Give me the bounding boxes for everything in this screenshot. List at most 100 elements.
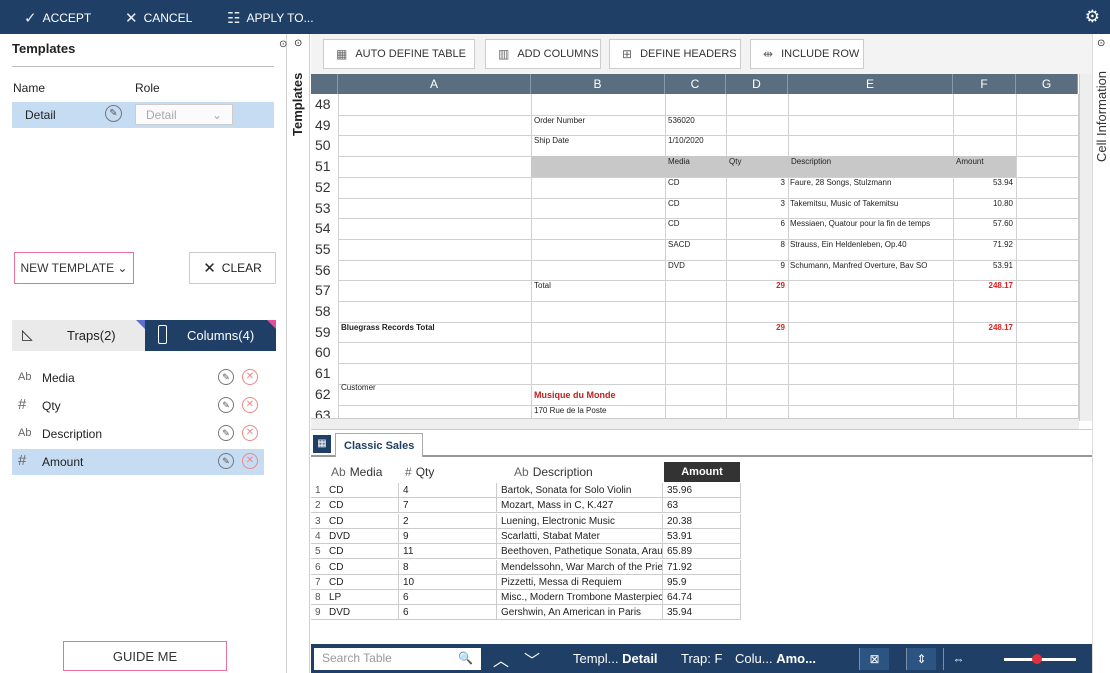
tab-columns[interactable]: Columns(4) bbox=[145, 320, 276, 351]
table-row[interactable]: 8 LP 6 Misc., Modern Trombone Masterpieces 6… bbox=[311, 590, 741, 606]
row-header[interactable]: 58 bbox=[311, 301, 338, 322]
table-row[interactable]: 2 CD 7 Mozart, Mass in C, K.427 63 bbox=[311, 498, 741, 514]
table-icon[interactable]: ▦ bbox=[313, 435, 331, 453]
column-item-qty[interactable]: # Qty ✎ ✕ bbox=[12, 393, 264, 419]
auto-define-table-button[interactable]: ▦ AUTO DEFINE TABLE bbox=[323, 39, 475, 69]
row-header[interactable]: 55 bbox=[311, 238, 338, 260]
sheet-cell[interactable]: 57.60 bbox=[956, 219, 1013, 228]
column-header[interactable]: D bbox=[726, 74, 788, 94]
edit-icon[interactable]: ✎ bbox=[218, 453, 234, 469]
table-row[interactable]: 9 DVD 6 Gershwin, An American in Paris 35.94 bbox=[311, 605, 741, 621]
row-header[interactable]: 49 bbox=[311, 114, 338, 136]
grid-header-amount[interactable]: Amount bbox=[664, 462, 740, 482]
row-header[interactable]: 61 bbox=[311, 363, 338, 385]
fit-height-icon[interactable]: ⇕ bbox=[906, 648, 936, 670]
define-headers-button[interactable]: ⊞ DEFINE HEADERS bbox=[609, 39, 741, 69]
sheet-cell[interactable]: 248.17 bbox=[956, 281, 1013, 290]
sheet-cell[interactable]: Media bbox=[668, 157, 723, 166]
edit-icon[interactable]: ✎ bbox=[218, 369, 234, 385]
sheet-cell[interactable]: Strauss, Ein Heldenleben, Op.40 bbox=[790, 240, 949, 249]
sheet-cell[interactable]: 3 bbox=[729, 178, 785, 187]
sheet-cell[interactable]: Customer bbox=[341, 383, 525, 392]
column-header[interactable]: F bbox=[953, 74, 1016, 94]
column-header[interactable]: G bbox=[1016, 74, 1078, 94]
gear-icon[interactable]: ⚙ bbox=[1085, 7, 1100, 27]
delete-icon[interactable]: ✕ bbox=[242, 425, 258, 441]
column-item-description[interactable]: Ab Description ✎ ✕ bbox=[12, 421, 264, 447]
chevron-up-icon[interactable]: ︿ bbox=[493, 647, 509, 671]
edit-icon[interactable]: ✎ bbox=[218, 425, 234, 441]
search-input[interactable]: Search Table 🔍 bbox=[314, 648, 481, 670]
horizontal-scrollbar[interactable] bbox=[311, 418, 1079, 429]
include-row-button[interactable]: ⇹ INCLUDE ROW bbox=[750, 39, 864, 69]
templates-side-tab[interactable]: ⊙ Templates bbox=[288, 34, 310, 673]
row-header[interactable]: 52 bbox=[311, 176, 338, 198]
sheet-cell[interactable]: 3 bbox=[729, 199, 785, 208]
row-header[interactable]: 60 bbox=[311, 342, 338, 364]
column-header[interactable]: E bbox=[788, 74, 953, 94]
sheet-cell[interactable]: Messiaen, Quatour pour la fin de temps bbox=[790, 219, 949, 228]
sheet-cell[interactable]: Schumann, Manfred Overture, Bav SO bbox=[790, 261, 949, 270]
sheet-cell[interactable]: 71.92 bbox=[956, 240, 1013, 249]
fit-width-icon[interactable]: ⇔ bbox=[943, 648, 973, 670]
template-row[interactable]: Detail ✎ Detail ⌄ bbox=[12, 102, 274, 128]
sheet-cell[interactable]: 170 Rue de la Poste bbox=[534, 406, 662, 415]
vertical-scrollbar[interactable] bbox=[1079, 74, 1092, 421]
sheet-cell[interactable]: 536020 bbox=[668, 116, 723, 125]
column-header[interactable]: A bbox=[338, 74, 531, 94]
table-row[interactable]: 1 CD 4 Bartok, Sonata for Solo Violin 35.96 bbox=[311, 483, 741, 498]
role-select[interactable]: Detail ⌄ bbox=[135, 104, 233, 125]
apply-to-button[interactable]: ☷ APPLY TO... bbox=[227, 9, 314, 27]
column-header[interactable]: B bbox=[531, 74, 665, 94]
column-header[interactable]: C bbox=[665, 74, 726, 94]
collapse-icon[interactable]: ⊙ bbox=[1097, 38, 1105, 49]
delete-icon[interactable]: ✕ bbox=[242, 453, 258, 469]
tab-traps[interactable]: ◺ Traps(2) bbox=[12, 320, 145, 351]
sheet-cell[interactable]: 6 bbox=[729, 219, 785, 228]
collapse-icon[interactable]: ⊙ bbox=[294, 38, 302, 49]
sheet-cell[interactable]: DVD bbox=[668, 261, 723, 270]
sheet-corner[interactable] bbox=[311, 74, 338, 94]
search-icon[interactable]: 🔍 bbox=[458, 651, 473, 665]
chevron-down-icon[interactable]: ﹀ bbox=[524, 647, 540, 671]
delete-icon[interactable]: ✕ bbox=[242, 397, 258, 413]
sheet-cell[interactable]: 29 bbox=[729, 323, 785, 332]
table-row[interactable]: 4 DVD 9 Scarlatti, Stabat Mater 53.91 bbox=[311, 528, 741, 544]
sheet-cell[interactable]: Takemitsu, Music of Takemitsu bbox=[790, 199, 949, 208]
row-header[interactable]: 48 bbox=[311, 94, 338, 115]
row-header[interactable]: 56 bbox=[311, 259, 338, 281]
cancel-button[interactable]: ✕ CANCEL bbox=[125, 9, 192, 27]
zoom-slider[interactable] bbox=[1004, 654, 1076, 664]
sheet-cell[interactable]: 248.17 bbox=[956, 323, 1013, 332]
sheet-cell[interactable]: Faure, 28 Songs, Stulzmann bbox=[790, 178, 949, 187]
row-header[interactable]: 53 bbox=[311, 197, 338, 219]
sheet-cell[interactable]: CD bbox=[668, 178, 723, 187]
row-header[interactable]: 62 bbox=[311, 383, 338, 405]
export-excel-icon[interactable]: ⊠ bbox=[859, 648, 889, 670]
row-header[interactable]: 54 bbox=[311, 218, 338, 240]
table-row[interactable]: 5 CD 11 Beethoven, Pathetique Sonata, Arau 6… bbox=[311, 544, 741, 560]
row-header[interactable]: 50 bbox=[311, 135, 338, 157]
sheet-cell[interactable]: 29 bbox=[729, 281, 785, 290]
sheet-cell[interactable]: 53.91 bbox=[956, 261, 1013, 270]
collapse-icon[interactable]: ⊙ bbox=[279, 39, 287, 50]
row-header[interactable]: 57 bbox=[311, 280, 338, 302]
row-header[interactable]: 51 bbox=[311, 156, 338, 178]
table-row[interactable]: 6 CD 8 Mendelssohn, War March of the Priest… bbox=[311, 559, 741, 575]
clear-button[interactable]: ✕ CLEAR bbox=[189, 252, 276, 284]
zoom-slider-knob[interactable] bbox=[1032, 654, 1042, 664]
row-header[interactable]: 59 bbox=[311, 321, 338, 343]
sheet-cell[interactable]: Qty bbox=[729, 157, 785, 166]
sheet-cell[interactable]: Ship Date bbox=[534, 136, 662, 145]
sheet-cell[interactable]: CD bbox=[668, 199, 723, 208]
sheet-cell[interactable]: 10.80 bbox=[956, 199, 1013, 208]
sheet-cell[interactable]: Total bbox=[534, 281, 662, 290]
sheet-cell[interactable]: Musique du Monde bbox=[534, 390, 662, 400]
accept-button[interactable]: ✓ ACCEPT bbox=[24, 9, 91, 27]
sheet-cell[interactable]: 53.94 bbox=[956, 178, 1013, 187]
column-item-amount[interactable]: # Amount ✎ ✕ bbox=[12, 449, 264, 475]
add-columns-button[interactable]: ▥ ADD COLUMNS bbox=[485, 39, 601, 69]
sheet-cell[interactable]: 1/10/2020 bbox=[668, 136, 723, 145]
sheet-cell[interactable]: CD bbox=[668, 219, 723, 228]
table-row[interactable]: 3 CD 2 Luening, Electronic Music 20.38 bbox=[311, 513, 741, 529]
